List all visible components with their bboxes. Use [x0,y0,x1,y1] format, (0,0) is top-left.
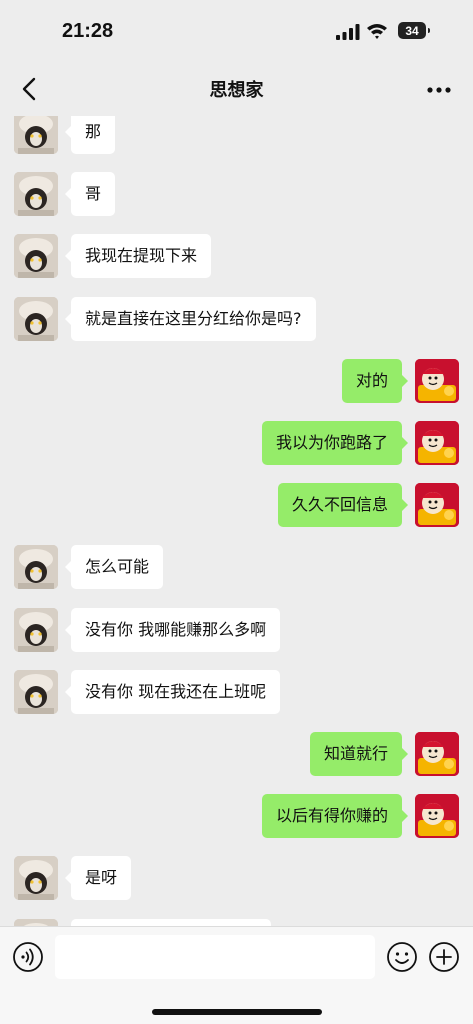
message-input[interactable] [55,935,375,979]
message-bubble[interactable]: 没有你 我哪能赚那么多啊 [64,608,281,652]
received-message: 就是直接在这里分红给你是吗? [0,297,473,341]
sent-message: 久久不回信息 [0,483,473,527]
battery-level: 34 [405,23,419,38]
message-bubble[interactable]: 知道就行 [309,732,409,776]
received-message [0,919,473,926]
emoji-icon[interactable] [386,941,418,973]
message-bubble[interactable]: 以后有得你赚的 [261,794,409,838]
chat-title: 思想家 [209,80,264,101]
sent-message: 我以为你跑路了 [0,421,473,465]
message-list[interactable]: 那哥我现在提现下来就是直接在这里分红给你是吗? 对的我以为你跑路了久久不回信息怎么… [0,116,473,926]
more-dots-icon[interactable] [426,86,452,94]
received-message: 没有你 现在我还在上班呢 [0,670,473,714]
sent-message: 以后有得你赚的 [0,794,473,838]
my-avatar[interactable] [415,359,459,403]
contact-avatar[interactable] [14,919,58,926]
status-time: 21:28 [62,20,114,42]
received-message: 怎么可能 [0,545,473,589]
message-bubble[interactable]: 久久不回信息 [277,483,409,527]
message-bubble[interactable]: 是呀 [64,856,132,900]
message-bubble[interactable]: 怎么可能 [64,545,164,589]
plus-icon[interactable] [428,941,460,973]
message-bubble[interactable]: 哥 [64,172,116,216]
message-bubble[interactable]: 那 [64,116,116,154]
message-bubble[interactable]: 我以为你跑路了 [261,421,409,465]
contact-avatar[interactable] [14,856,58,900]
message-bubble[interactable] [71,919,271,926]
sent-message: 对的 [0,359,473,403]
my-avatar[interactable] [415,732,459,776]
voice-icon[interactable] [12,941,44,973]
my-avatar[interactable] [415,483,459,527]
sent-message: 知道就行 [0,732,473,776]
received-message: 哥 [0,172,473,216]
status-bar: 21:28 34 [0,0,473,62]
signal-icon [336,24,360,40]
message-bubble[interactable]: 没有你 现在我还在上班呢 [64,670,281,714]
received-message: 我现在提现下来 [0,234,473,278]
message-bubble[interactable]: 我现在提现下来 [64,234,212,278]
contact-avatar[interactable] [14,234,58,278]
input-bar [0,926,473,1024]
my-avatar[interactable] [415,421,459,465]
chat-header: 思想家 [0,62,473,116]
contact-avatar[interactable] [14,116,58,154]
my-avatar[interactable] [415,794,459,838]
message-bubble[interactable]: 对的 [341,359,409,403]
home-indicator [152,1009,322,1015]
wifi-icon [367,24,387,39]
contact-avatar[interactable] [14,670,58,714]
contact-avatar[interactable] [14,608,58,652]
received-message: 是呀 [0,856,473,900]
contact-avatar[interactable] [14,545,58,589]
battery-indicator: 34 [398,22,430,39]
contact-avatar[interactable] [14,172,58,216]
contact-avatar[interactable] [14,297,58,341]
received-message: 那 [0,116,473,154]
received-message: 没有你 我哪能赚那么多啊 [0,608,473,652]
message-bubble[interactable]: 就是直接在这里分红给你是吗? [65,297,316,341]
